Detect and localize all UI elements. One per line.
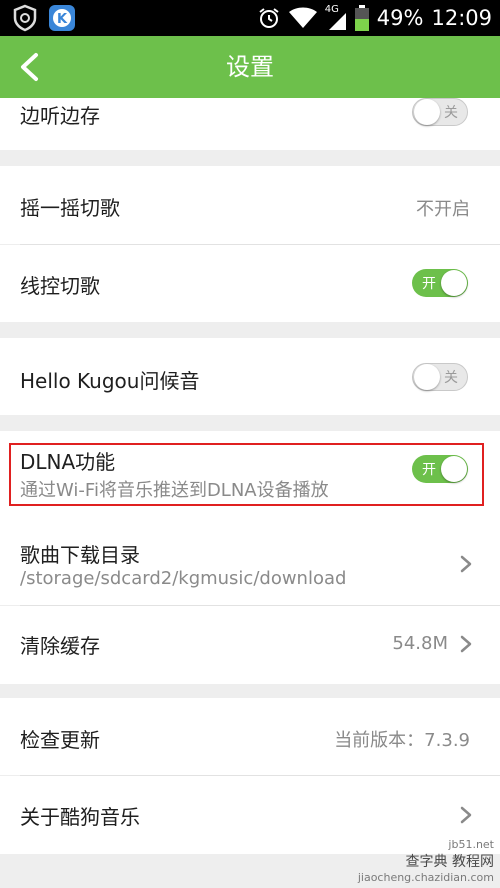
hello-kugou-toggle[interactable]: 关 [412, 363, 468, 391]
setting-row-hello-kugou[interactable]: Hello Kugou问候音 关 [0, 338, 500, 415]
toggle-knob [414, 99, 440, 125]
shake-value: 不开启 [416, 199, 470, 220]
listen-save-toggle[interactable]: 关 [412, 98, 468, 126]
setting-label: 清除缓存 [20, 634, 100, 658]
shield-icon [13, 4, 37, 32]
status-bar: K 4G 49% 12:09 [0, 0, 500, 36]
chevron-right-icon [460, 555, 472, 573]
setting-label: 摇一摇切歌 [20, 196, 120, 220]
version-value: 当前版本：7.3.9 [334, 730, 470, 751]
svg-text:K: K [57, 12, 68, 27]
watermark-title: 查字典 教程网 [405, 854, 494, 870]
chevron-left-icon [21, 53, 38, 81]
back-button[interactable] [10, 47, 50, 87]
wire-control-toggle[interactable]: 开 [412, 269, 468, 297]
setting-label: 检查更新 [20, 728, 100, 752]
setting-label: 边听边存 [20, 104, 100, 128]
download-path: /storage/sdcard2/kgmusic/download [20, 568, 347, 589]
setting-row-clear-cache[interactable]: 清除缓存 54.8M [0, 606, 500, 684]
cellular-4g-icon: 4G [325, 4, 347, 31]
setting-row-shake[interactable]: 摇一摇切歌 不开启 [0, 166, 500, 244]
alarm-icon [259, 8, 279, 28]
clock-time: 12:09 [431, 6, 492, 30]
page-title: 设置 [226, 53, 274, 81]
toggle-state-label: 开 [422, 276, 436, 292]
chevron-right-icon [460, 635, 472, 653]
setting-label: 线控切歌 [20, 274, 100, 298]
watermark-url: jiaocheng.chazidian.com [357, 871, 494, 884]
chevron-right-icon [460, 806, 472, 824]
wifi-icon [288, 7, 317, 28]
watermark: jb51.net 查字典 教程网 jiaocheng.chazidian.com [358, 838, 494, 884]
toggle-knob [441, 270, 467, 296]
battery-percent: 49% [376, 6, 424, 30]
kugou-app-icon: K [49, 5, 75, 31]
toggle-state-label: 关 [444, 370, 458, 386]
setting-label: 关于酷狗音乐 [20, 805, 140, 829]
toggle-state-label: 关 [444, 105, 458, 121]
watermark-corner: jb51.net [448, 838, 494, 851]
setting-row-wire-control[interactable]: 线控切歌 开 [0, 245, 500, 322]
setting-label: 歌曲下载目录 [20, 543, 140, 567]
setting-row-check-update[interactable]: 检查更新 当前版本：7.3.9 [0, 698, 500, 775]
cache-size-value: 54.8M [392, 633, 448, 654]
app-bar: 设置 [0, 36, 500, 98]
setting-label: Hello Kugou问候音 [20, 369, 200, 393]
battery-icon [354, 5, 369, 31]
setting-row-download-dir[interactable]: 歌曲下载目录 /storage/sdcard2/kgmusic/download [0, 525, 500, 605]
highlight-annotation-box [9, 443, 484, 506]
toggle-knob [414, 364, 440, 390]
setting-row-listen-save[interactable]: 边听边存 关 [0, 98, 500, 150]
